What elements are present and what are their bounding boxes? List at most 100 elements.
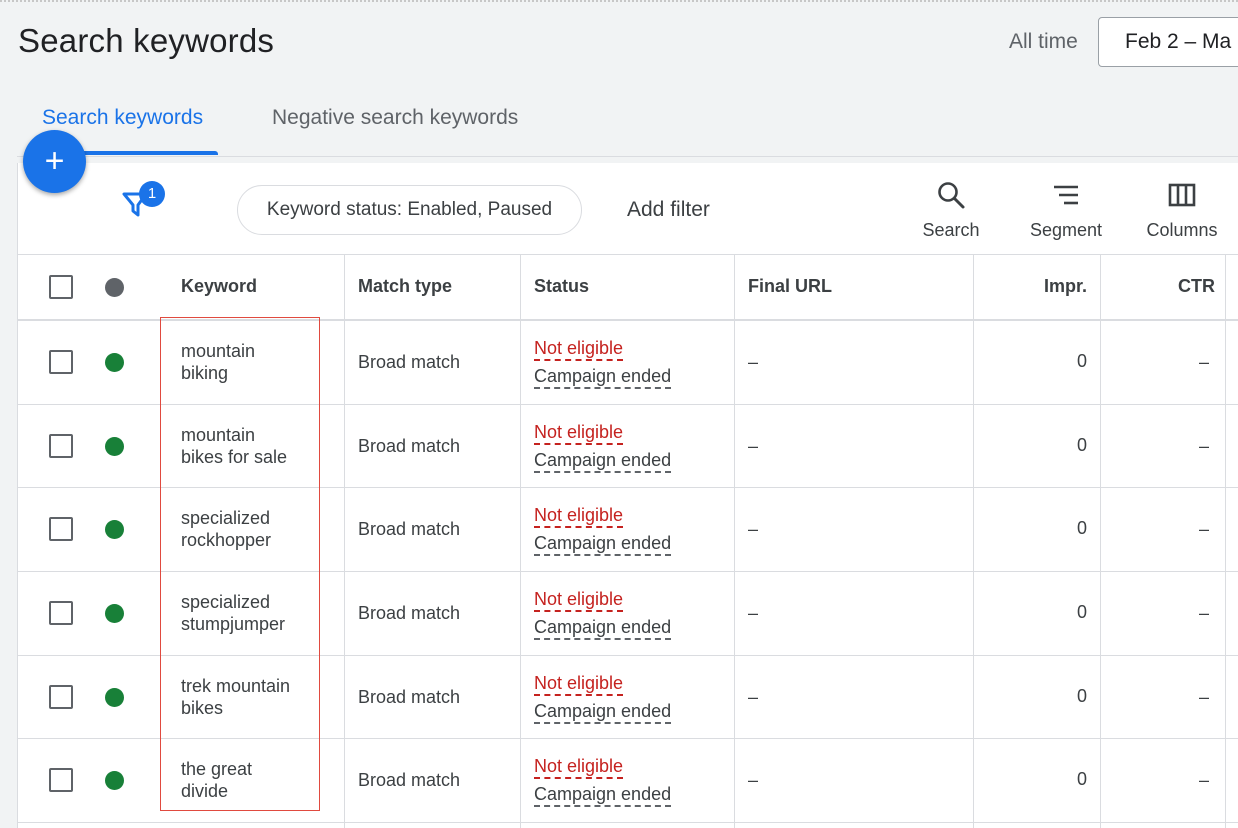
add-filter-button[interactable]: Add filter [627, 198, 710, 222]
column-divider [973, 255, 974, 828]
final-url: – [748, 519, 759, 539]
impressions-value: 0 [1076, 518, 1087, 538]
row-divider [17, 738, 1238, 739]
keyword-text[interactable]: bikes [181, 697, 223, 719]
status-reason[interactable]: Campaign ended [534, 449, 672, 473]
date-range-label: All time [1009, 30, 1078, 53]
header-final-url[interactable]: Final URL [748, 276, 832, 297]
keyword-text[interactable]: specialized [181, 591, 270, 613]
status-not-eligible[interactable]: Not eligible [534, 504, 624, 528]
match-type: Broad match [358, 352, 461, 372]
enabled-status-dot[interactable] [105, 771, 124, 790]
status-column-dot [105, 278, 124, 297]
row-checkbox[interactable] [49, 517, 73, 541]
match-type: Broad match [358, 519, 461, 539]
segment-label: Segment [1029, 220, 1103, 240]
tab-negative-search-keywords[interactable]: Negative search keywords [272, 106, 518, 130]
date-range-picker[interactable]: Feb 2 – Ma [1098, 17, 1238, 67]
enabled-status-dot[interactable] [105, 688, 124, 707]
status-reason[interactable]: Campaign ended [534, 700, 672, 724]
search-label: Search [922, 220, 980, 240]
status-not-eligible[interactable]: Not eligible [534, 337, 624, 361]
row-divider [17, 822, 1238, 823]
keyword-text[interactable]: trek mountain [181, 675, 290, 697]
status-not-eligible[interactable]: Not eligible [534, 672, 624, 696]
ctr-value: – [1199, 352, 1210, 372]
row-checkbox[interactable] [49, 350, 73, 374]
keyword-text[interactable]: rockhopper [181, 529, 271, 551]
enabled-status-dot[interactable] [105, 437, 124, 456]
keyword-text[interactable]: bikes for sale [181, 446, 287, 468]
date-range-value: Feb 2 – Ma [1125, 30, 1232, 53]
row-checkbox[interactable] [49, 601, 73, 625]
impressions-value: 0 [1076, 351, 1087, 371]
columns-button[interactable]: Columns [1132, 180, 1232, 241]
search-icon [938, 182, 965, 209]
segment-icon [1054, 185, 1078, 205]
ctr-value: – [1199, 436, 1210, 456]
row-divider [17, 571, 1238, 572]
filter-chip-keyword-status[interactable]: Keyword status: Enabled, Paused [237, 185, 582, 235]
enabled-status-dot[interactable] [105, 353, 124, 372]
status-not-eligible[interactable]: Not eligible [534, 421, 624, 445]
row-divider [17, 487, 1238, 488]
keyword-text[interactable]: biking [181, 362, 228, 384]
keyword-text[interactable]: divide [181, 780, 228, 802]
impressions-value: 0 [1076, 602, 1087, 622]
tabs-divider [17, 156, 1238, 157]
impressions-value: 0 [1076, 769, 1087, 789]
column-divider [1100, 255, 1101, 828]
row-checkbox[interactable] [49, 768, 73, 792]
header-status[interactable]: Status [534, 276, 589, 297]
match-type: Broad match [358, 436, 461, 456]
page-title: Search keywords [18, 22, 275, 59]
status-not-eligible[interactable]: Not eligible [534, 755, 624, 779]
top-border [0, 0, 1238, 2]
ctr-value: – [1199, 519, 1210, 539]
header-keyword[interactable]: Keyword [181, 276, 257, 297]
keywords-table-card [17, 163, 1238, 828]
status-reason[interactable]: Campaign ended [534, 616, 672, 640]
tab-search-keywords[interactable]: Search keywords [42, 106, 203, 130]
enabled-status-dot[interactable] [105, 604, 124, 623]
final-url: – [748, 687, 759, 707]
final-url: – [748, 770, 759, 790]
search-button[interactable]: Search [901, 180, 1001, 241]
row-divider [17, 655, 1238, 656]
match-type: Broad match [358, 603, 461, 623]
header-ctr[interactable]: CTR [1178, 276, 1215, 297]
status-reason[interactable]: Campaign ended [534, 783, 672, 807]
keyword-text[interactable]: mountain [181, 340, 255, 362]
header-match-type[interactable]: Match type [358, 276, 452, 297]
final-url: – [748, 603, 759, 623]
enabled-status-dot[interactable] [105, 520, 124, 539]
keyword-text[interactable]: stumpjumper [181, 613, 285, 635]
header-bottom-border [17, 319, 1238, 321]
ctr-value: – [1199, 603, 1210, 623]
segment-button[interactable]: Segment [1016, 180, 1116, 241]
match-type: Broad match [358, 770, 461, 790]
row-checkbox[interactable] [49, 434, 73, 458]
row-divider [17, 404, 1238, 405]
match-type: Broad match [358, 687, 461, 707]
columns-icon [1168, 183, 1196, 207]
column-divider [1225, 255, 1226, 828]
add-keyword-button[interactable]: + [23, 130, 86, 193]
table-top-border [17, 254, 1238, 255]
keyword-text[interactable]: the great [181, 758, 252, 780]
impressions-value: 0 [1076, 435, 1087, 455]
keyword-text[interactable]: specialized [181, 507, 270, 529]
column-divider [520, 255, 521, 828]
final-url: – [748, 352, 759, 372]
status-reason[interactable]: Campaign ended [534, 365, 672, 389]
row-checkbox[interactable] [49, 685, 73, 709]
status-not-eligible[interactable]: Not eligible [534, 588, 624, 612]
header-impr[interactable]: Impr. [1044, 276, 1087, 297]
select-all-checkbox[interactable] [49, 275, 73, 299]
keyword-text[interactable]: mountain [181, 424, 255, 446]
ctr-value: – [1199, 770, 1210, 790]
ctr-value: – [1199, 687, 1210, 707]
columns-label: Columns [1146, 220, 1218, 240]
status-reason[interactable]: Campaign ended [534, 532, 672, 556]
column-divider [734, 255, 735, 828]
